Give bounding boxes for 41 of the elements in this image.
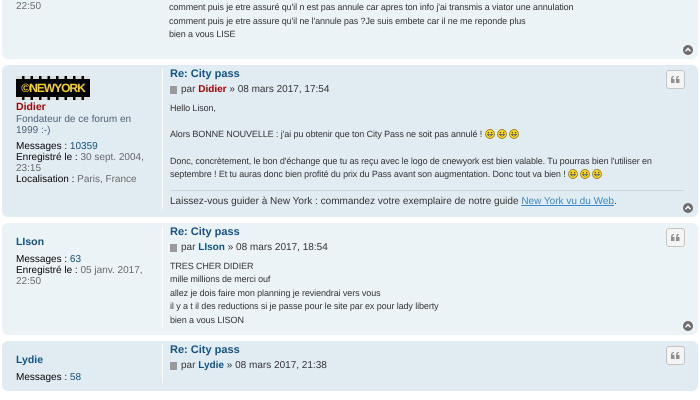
back-to-top-icon[interactable] [683, 321, 693, 331]
post-text: TRES CHER DIDIER mille millions de merci ouf allez je dois faire mon planning je reviendrai vers vous il y a t il des reductions si je passe pour le site par ex pour lady liberty bien a vous LISON [170, 260, 440, 326]
grin-smiley-icon [508, 129, 519, 139]
quote-button[interactable] [666, 70, 685, 88]
username-link[interactable]: Lydie [16, 354, 44, 366]
grin-smiley-icon [484, 129, 495, 139]
post-title-link[interactable]: Re: City pass [170, 226, 240, 238]
quote-icon [671, 234, 680, 240]
quote-button[interactable] [666, 346, 685, 365]
avatar-logo-text: ©NEWYORK [21, 82, 85, 94]
profile-field: Enregistré le : 05 janv. 2017, 22:50 [16, 264, 154, 286]
back-to-top-icon[interactable] [683, 202, 693, 212]
post-text: comment puis je etre assuré qu'il n est pas annule car apres ton info j'ai transmis a viator une annulation comment puis je etre assure qu'il ne l'annule pas ?Je suis embete car il ne me reponde plus bien a vous LISE [169, 1, 574, 41]
post-text: Alors BONNE NOUVELLE : j'ai pu obtenir que ton City Pass ne soit pas annulé ! [170, 128, 684, 142]
grin-smiley-icon [568, 169, 578, 179]
post-title-link[interactable]: Re: City pass [170, 68, 240, 80]
grin-smiley-icon [496, 129, 507, 139]
back-to-top-icon[interactable] [683, 44, 693, 54]
post-title-link[interactable]: Re: City pass [170, 344, 240, 357]
post-byline: par Didier » 08 mars 2017, 17:54 [181, 84, 330, 96]
registration-date: 22:50 [16, 1, 42, 12]
username-link[interactable]: LIson [16, 236, 44, 248]
post-icon[interactable] [170, 244, 177, 252]
quote-icon [671, 76, 680, 82]
post-icon[interactable] [170, 86, 177, 94]
grin-smiley-icon [592, 169, 602, 179]
post-byline: par LIson » 08 mars 2017, 18:54 [181, 242, 328, 254]
profile-field: Enregistré le : 30 sept. 2004, 23:15 [16, 152, 154, 174]
grin-smiley-icon [580, 169, 590, 179]
quote-button[interactable] [666, 228, 685, 246]
post-text: Hello Lison, [170, 102, 217, 114]
signature-text: Laissez-vous guider à New York : commandez votre exemplaire de notre guide New York vu du Web. [170, 194, 618, 208]
profile-field: Localisation : Paris, France [16, 174, 154, 184]
profile-field: Messages : 58 [16, 372, 154, 383]
username-link[interactable]: Didier [16, 100, 46, 112]
profile-field: Messages : 10359 [16, 140, 154, 152]
profile-field: Messages : 63 [16, 254, 154, 264]
quote-icon [671, 352, 680, 359]
post-byline: par Lydie » 08 mars 2017, 21:38 [181, 360, 327, 372]
post-text: Donc, concrètement, le bon d'échange que tu as reçu avec le logo de cnewyork est bien valable. Tu pourras bien l'utiliser en septembre ! Et tu auras donc bien profité du prix du Pass avant son augmentation. Donc tout va bien ! [170, 154, 653, 181]
user-rank: Fondateur de ce forum en 1999 :-) [16, 114, 132, 136]
